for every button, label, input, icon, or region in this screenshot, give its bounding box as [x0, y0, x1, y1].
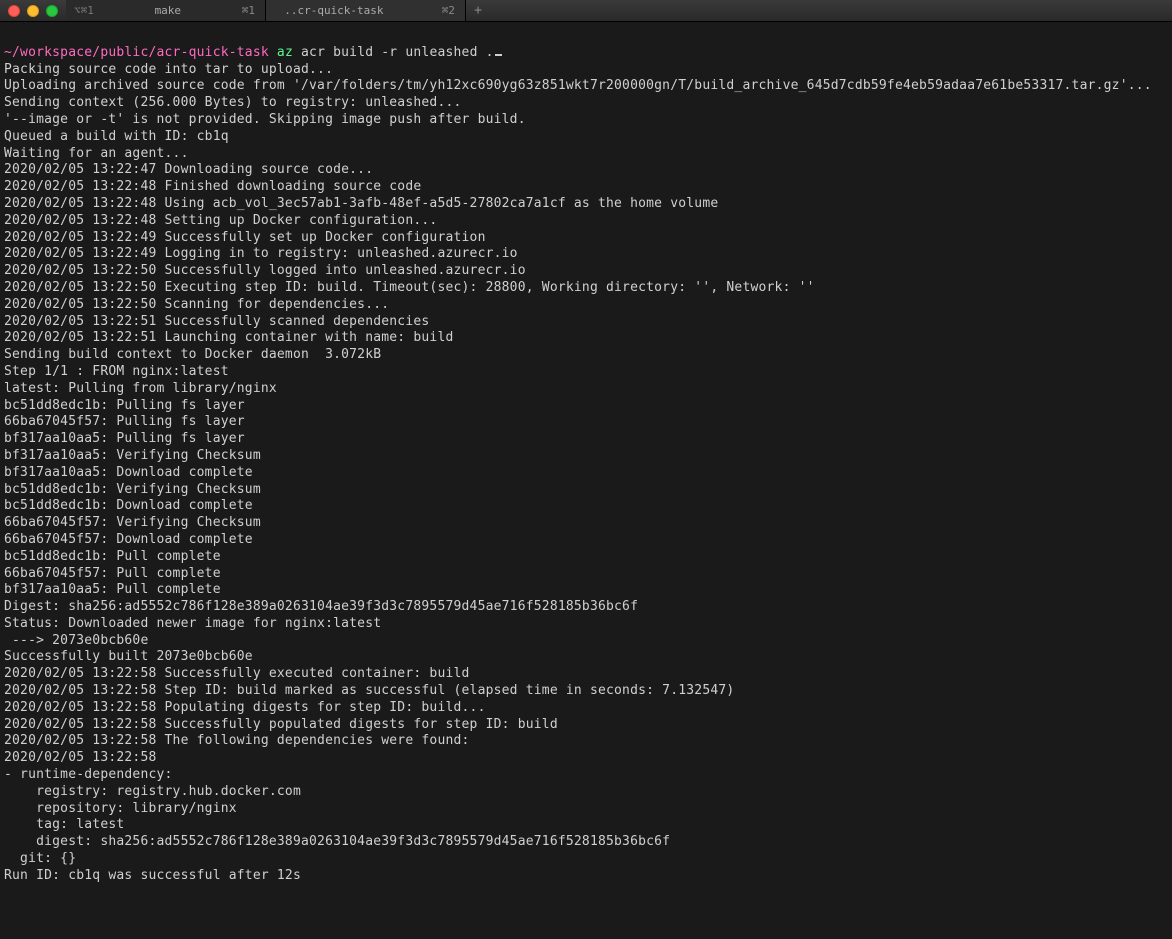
- terminal-line: 2020/02/05 13:22:49 Successfully set up …: [4, 230, 1168, 247]
- terminal-line: Digest: sha256:ad5552c786f128e389a026310…: [4, 599, 1168, 616]
- terminal-line: 2020/02/05 13:22:58 Successfully populat…: [4, 717, 1168, 734]
- terminal-viewport[interactable]: ~/workspace/public/acr-quick-task az acr…: [0, 22, 1172, 907]
- terminal-line: 2020/02/05 13:22:50 Scanning for depende…: [4, 297, 1168, 314]
- terminal-line: 2020/02/05 13:22:48 Setting up Docker co…: [4, 213, 1168, 230]
- terminal-line: bf317aa10aa5: Download complete: [4, 465, 1168, 482]
- terminal-line: 2020/02/05 13:22:48 Finished downloading…: [4, 179, 1168, 196]
- terminal-line: '--image or -t' is not provided. Skippin…: [4, 112, 1168, 129]
- terminal-line: digest: sha256:ad5552c786f128e389a026310…: [4, 834, 1168, 851]
- terminal-line: 2020/02/05 13:22:50 Executing step ID: b…: [4, 280, 1168, 297]
- terminal-line: Packing source code into tar to upload..…: [4, 62, 1168, 79]
- terminal-line: 2020/02/05 13:22:51 Launching container …: [4, 330, 1168, 347]
- plus-icon: +: [474, 3, 482, 18]
- terminal-line: bc51dd8edc1b: Pulling fs layer: [4, 398, 1168, 415]
- terminal-line: bf317aa10aa5: Verifying Checksum: [4, 448, 1168, 465]
- tab-shortcut: ⌘1: [242, 4, 265, 17]
- terminal-line: 66ba67045f57: Verifying Checksum: [4, 515, 1168, 532]
- minimize-icon[interactable]: [27, 5, 39, 17]
- terminal-line: bc51dd8edc1b: Download complete: [4, 498, 1168, 515]
- add-tab-button[interactable]: +: [466, 0, 490, 21]
- prompt-path: ~/workspace/public/acr-quick-task: [4, 45, 269, 60]
- terminal-line: 2020/02/05 13:22:58 Populating digests f…: [4, 700, 1168, 717]
- cursor-icon: [495, 54, 502, 56]
- terminal-line: tag: latest: [4, 817, 1168, 834]
- titlebar: ⌥⌘1 make ⌘1 ..cr-quick-task ⌘2 +: [0, 0, 1172, 22]
- terminal-line: Sending build context to Docker daemon 3…: [4, 347, 1168, 364]
- terminal-line: Uploading archived source code from '/va…: [4, 78, 1168, 95]
- terminal-line: Successfully built 2073e0bcb60e: [4, 649, 1168, 666]
- tab-label: make: [134, 4, 202, 17]
- terminal-line: 66ba67045f57: Download complete: [4, 532, 1168, 549]
- window-controls: [0, 5, 66, 17]
- terminal-line: registry: registry.hub.docker.com: [4, 784, 1168, 801]
- terminal-line: 66ba67045f57: Pull complete: [4, 566, 1168, 583]
- terminal-line: latest: Pulling from library/nginx: [4, 381, 1168, 398]
- terminal-line: bc51dd8edc1b: Verifying Checksum: [4, 482, 1168, 499]
- terminal-line: Step 1/1 : FROM nginx:latest: [4, 364, 1168, 381]
- tab-shortcut: ⌘2: [442, 4, 465, 17]
- tab-cr-quick-task[interactable]: ..cr-quick-task ⌘2: [266, 0, 466, 21]
- prompt-args: acr build -r unleashed .: [301, 45, 494, 60]
- terminal-line: 2020/02/05 13:22:58 Successfully execute…: [4, 666, 1168, 683]
- close-icon[interactable]: [8, 5, 20, 17]
- terminal-line: git: {}: [4, 851, 1168, 868]
- tab-prefix-hint: ⌥⌘1: [66, 4, 94, 17]
- tab-make[interactable]: ⌥⌘1 make ⌘1: [66, 0, 266, 21]
- terminal-line: 66ba67045f57: Pulling fs layer: [4, 414, 1168, 431]
- terminal-line: bc51dd8edc1b: Pull complete: [4, 549, 1168, 566]
- terminal-line: ---> 2073e0bcb60e: [4, 633, 1168, 650]
- tab-label: ..cr-quick-task: [266, 4, 402, 17]
- terminal-line: - runtime-dependency:: [4, 767, 1168, 784]
- terminal-line: bf317aa10aa5: Pulling fs layer: [4, 431, 1168, 448]
- terminal-line: bf317aa10aa5: Pull complete: [4, 582, 1168, 599]
- terminal-line: Run ID: cb1q was successful after 12s: [4, 868, 1168, 885]
- maximize-icon[interactable]: [46, 5, 58, 17]
- terminal-line: 2020/02/05 13:22:58 Step ID: build marke…: [4, 683, 1168, 700]
- terminal-line: repository: library/nginx: [4, 801, 1168, 818]
- terminal-output: Packing source code into tar to upload..…: [4, 62, 1168, 885]
- terminal-line: 2020/02/05 13:22:58: [4, 750, 1168, 767]
- tab-strip: ⌥⌘1 make ⌘1 ..cr-quick-task ⌘2 +: [66, 0, 1172, 21]
- terminal-line: Sending context (256.000 Bytes) to regis…: [4, 95, 1168, 112]
- terminal-line: 2020/02/05 13:22:48 Using acb_vol_3ec57a…: [4, 196, 1168, 213]
- terminal-line: Waiting for an agent...: [4, 146, 1168, 163]
- terminal-line: 2020/02/05 13:22:49 Logging in to regist…: [4, 246, 1168, 263]
- terminal-line: 2020/02/05 13:22:58 The following depend…: [4, 733, 1168, 750]
- terminal-line: 2020/02/05 13:22:50 Successfully logged …: [4, 263, 1168, 280]
- terminal-line: Queued a build with ID: cb1q: [4, 129, 1168, 146]
- terminal-line: Status: Downloaded newer image for nginx…: [4, 616, 1168, 633]
- terminal-line: 2020/02/05 13:22:51 Successfully scanned…: [4, 314, 1168, 331]
- terminal-line: 2020/02/05 13:22:47 Downloading source c…: [4, 162, 1168, 179]
- prompt-command: az: [277, 45, 293, 60]
